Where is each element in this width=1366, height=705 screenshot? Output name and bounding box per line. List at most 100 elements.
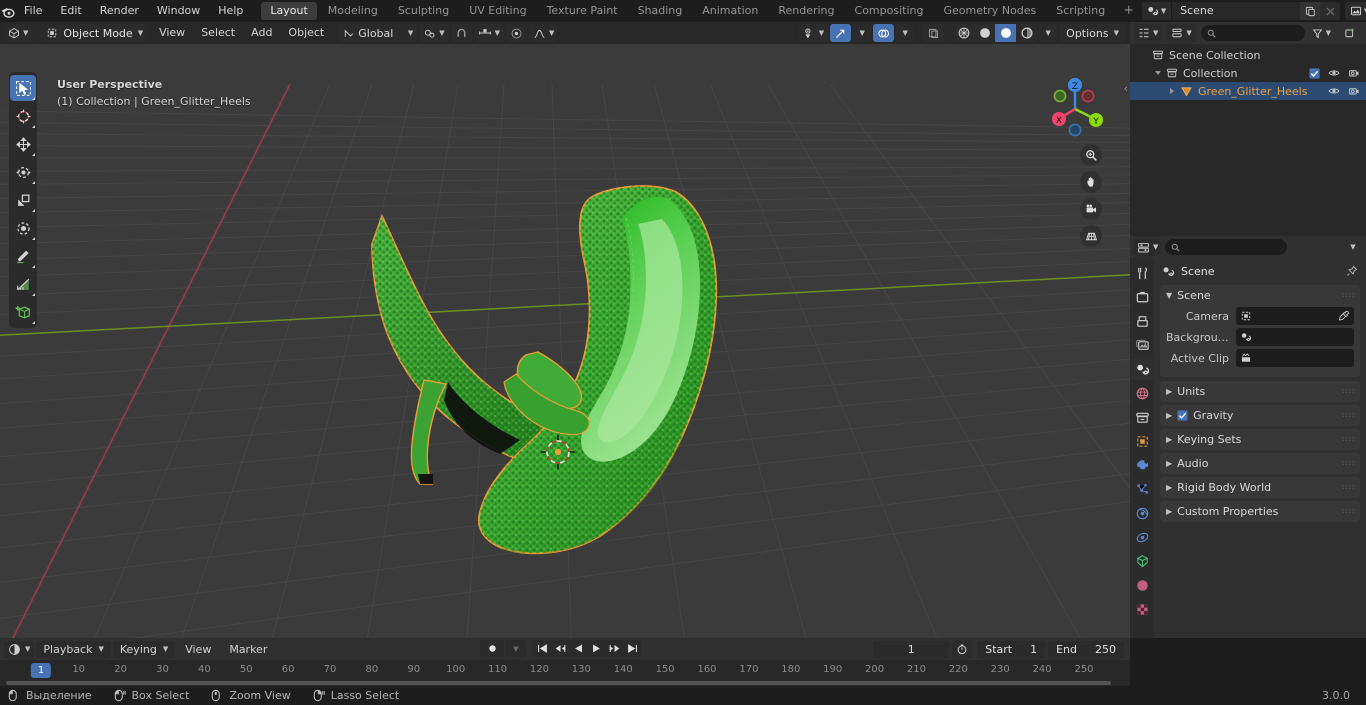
shading-settings-dropdown[interactable]: ▼ — [1039, 24, 1058, 42]
exclude-checkbox[interactable] — [1309, 67, 1320, 79]
overlays-settings-dropdown[interactable]: ▼ — [896, 24, 915, 42]
auto-keying-dropdown[interactable]: ▼ — [506, 640, 526, 657]
workspace-tab-texture-paint[interactable]: Texture Paint — [538, 2, 627, 20]
timeline-playhead[interactable]: 1 — [30, 663, 52, 678]
workspace-tab-geometry-nodes[interactable]: Geometry Nodes — [934, 2, 1045, 20]
properties-tool-tab[interactable] — [1131, 262, 1153, 284]
zoom-view-icon[interactable] — [1080, 144, 1102, 166]
workspace-tab-animation[interactable]: Animation — [693, 2, 767, 20]
annotate-tool[interactable] — [10, 243, 36, 269]
properties-editor-type-button[interactable]: ▼ — [1134, 238, 1162, 256]
outliner-search-input[interactable] — [1200, 25, 1305, 41]
start-frame-field[interactable]: Start 1 — [977, 640, 1046, 658]
wireframe-shading-icon[interactable] — [953, 24, 974, 42]
workspace-tab-modeling[interactable]: Modeling — [319, 2, 387, 20]
cursor-tool[interactable] — [10, 103, 36, 129]
rotate-tool[interactable] — [10, 159, 36, 185]
xray-toggle[interactable] — [923, 24, 945, 42]
scene-field-input[interactable] — [1236, 307, 1354, 325]
end-frame-field[interactable]: End 250 — [1048, 640, 1124, 658]
topbar-menu-window[interactable]: Window — [148, 0, 209, 22]
scene-field-input[interactable] — [1236, 328, 1354, 346]
editor-type-3dview-icon[interactable]: ▼ — [4, 24, 33, 42]
jump-to-start-icon[interactable] — [533, 640, 551, 657]
properties-collection-tab[interactable] — [1131, 406, 1153, 428]
outliner-editor-type-button[interactable]: ▼ — [1134, 24, 1163, 42]
shading-mode-group[interactable] — [953, 24, 1038, 42]
workspace-tab-uv-editing[interactable]: UV Editing — [460, 2, 535, 20]
properties-modifier-tab[interactable] — [1131, 454, 1153, 476]
properties-panel-header[interactable]: ▶ Custom Properties:::: — [1160, 501, 1360, 522]
properties-texture-tab[interactable] — [1131, 598, 1153, 620]
disclosure-triangle-icon[interactable] — [1166, 88, 1177, 94]
scale-tool[interactable] — [10, 187, 36, 213]
properties-object-data-tab[interactable] — [1131, 550, 1153, 572]
topbar-menu-edit[interactable]: Edit — [51, 0, 90, 22]
workspace-tab-sculpting[interactable]: Sculpting — [389, 2, 458, 20]
view-layer-icon[interactable]: ▼ — [1345, 2, 1366, 20]
outliner-filter-button[interactable]: ▼ — [1308, 24, 1335, 42]
properties-output-tab[interactable] — [1131, 310, 1153, 332]
proportional-edit-toggle[interactable] — [506, 24, 528, 42]
properties-panel-header[interactable]: ▶ Gravity:::: — [1160, 405, 1360, 426]
scene-icon[interactable]: ▼ — [1142, 2, 1173, 20]
properties-panel-header[interactable]: ▶ Audio:::: — [1160, 453, 1360, 474]
properties-options-dropdown[interactable]: ▼ — [1344, 239, 1362, 256]
add-workspace-button[interactable]: + — [1115, 0, 1142, 22]
new-scene-button[interactable] — [1300, 2, 1321, 20]
workspace-tab-shading[interactable]: Shading — [629, 2, 692, 20]
properties-constraint-tab[interactable] — [1131, 526, 1153, 548]
workspace-tab-compositing[interactable]: Compositing — [846, 2, 933, 20]
pan-view-icon[interactable] — [1080, 171, 1102, 193]
snap-toggle[interactable] — [450, 24, 472, 42]
topbar-menu-file[interactable]: File — [15, 0, 51, 22]
new-collection-button[interactable] — [1340, 24, 1360, 42]
outliner-row[interactable]: Green_Glitter_Heels — [1130, 82, 1366, 100]
properties-object-tab[interactable] — [1131, 430, 1153, 452]
jump-to-next-keyframe-icon[interactable] — [605, 640, 623, 657]
hide-in-viewport-icon[interactable] — [1328, 67, 1340, 79]
3d-viewport[interactable]: User Perspective (1) Collection | Green_… — [0, 44, 1130, 638]
blender-logo-icon[interactable] — [0, 0, 15, 22]
mode-selector[interactable]: Object Mode ▼ — [41, 24, 149, 42]
panel-enable-checkbox[interactable] — [1177, 410, 1188, 421]
workspace-tab-scripting[interactable]: Scripting — [1047, 2, 1114, 20]
properties-view-layer-tab[interactable] — [1131, 334, 1153, 356]
use-preview-range-button[interactable] — [952, 640, 973, 658]
snap-target-selector[interactable]: ▼ — [473, 24, 505, 42]
transform-orientation-selector[interactable]: Global ▼ — [339, 24, 418, 42]
properties-search-input[interactable] — [1165, 239, 1288, 255]
properties-panel-header[interactable]: ▶ Keying Sets:::: — [1160, 429, 1360, 450]
viewport-menu-add[interactable]: Add — [243, 24, 280, 42]
outliner-row[interactable]: Scene Collection — [1130, 46, 1366, 64]
disable-in-renders-icon[interactable] — [1348, 85, 1360, 97]
properties-render-tab[interactable] — [1131, 286, 1153, 308]
scene-name[interactable]: Scene — [1172, 2, 1301, 20]
viewport-menu-view[interactable]: View — [151, 24, 193, 42]
scene-panel-header[interactable]: ▼ Scene :::: — [1160, 285, 1360, 305]
viewport-menu-select[interactable]: Select — [193, 24, 243, 42]
timeline-editor-type-button[interactable]: ▼ — [4, 640, 35, 658]
auto-keying-toggle[interactable] — [480, 640, 504, 657]
timeline-menu-playback[interactable]: Playback ▼ — [36, 640, 111, 658]
tweak-select-tool[interactable] — [10, 75, 36, 101]
falloff-selector[interactable]: ▼ — [529, 24, 559, 42]
material-preview-shading-icon[interactable] — [995, 24, 1017, 42]
eyedropper-icon[interactable] — [1338, 310, 1350, 322]
play-icon[interactable] — [587, 640, 605, 657]
workspace-tab-layout[interactable]: Layout — [261, 2, 317, 20]
visibility-selector[interactable]: ▼ — [798, 24, 829, 42]
properties-scene-tab[interactable] — [1131, 358, 1153, 380]
topbar-menu-help[interactable]: Help — [209, 0, 252, 22]
scene-field-input[interactable] — [1236, 349, 1354, 367]
topbar-menu-render[interactable]: Render — [91, 0, 148, 22]
properties-world-tab[interactable] — [1131, 382, 1153, 404]
viewport-menu-object[interactable]: Object — [280, 24, 332, 42]
properties-particles-tab[interactable] — [1131, 478, 1153, 500]
move-tool[interactable] — [10, 131, 36, 157]
scene-selector[interactable]: ▼ Scene — [1142, 2, 1341, 20]
options-button[interactable]: Options ▼ — [1059, 24, 1126, 42]
view-layer-selector[interactable]: ▼ View Layer — [1345, 2, 1366, 20]
play-reverse-icon[interactable] — [569, 640, 587, 657]
properties-panel-header[interactable]: ▶ Rigid Body World:::: — [1160, 477, 1360, 498]
